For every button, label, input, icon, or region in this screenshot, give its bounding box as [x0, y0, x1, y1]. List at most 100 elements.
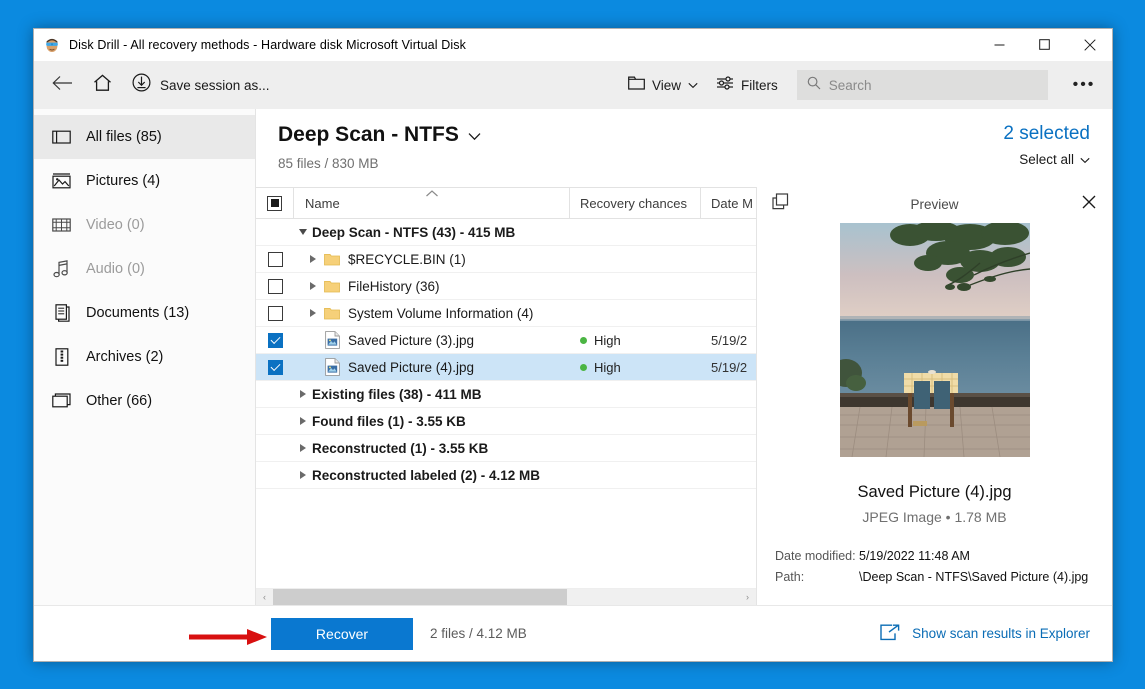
column-header-date-modified[interactable]: Date M — [701, 187, 756, 219]
search-icon — [807, 76, 821, 95]
popout-button[interactable] — [769, 193, 791, 215]
row-checkbox[interactable] — [267, 278, 283, 294]
column-header-recovery-chances[interactable]: Recovery chances — [570, 187, 701, 219]
recovery-chance-label: High — [594, 359, 621, 375]
row-checkbox[interactable] — [267, 305, 283, 321]
scroll-left-button[interactable]: ‹ — [256, 592, 273, 602]
row-name-cell: Saved Picture (3).jpg — [294, 331, 570, 349]
folder-icon — [324, 306, 340, 320]
page-title: Deep Scan - NTFS — [278, 123, 459, 146]
folder-icon — [628, 76, 645, 95]
save-session-button[interactable]: Save session as... — [124, 68, 278, 102]
table-row[interactable]: Reconstructed labeled (2) - 4.12 MB — [256, 462, 756, 489]
row-name-cell: FileHistory (36) — [294, 279, 570, 294]
row-checkbox-cell[interactable] — [256, 278, 294, 294]
table-row[interactable]: Saved Picture (3).jpg High 5/19/2 — [256, 327, 756, 354]
more-options-button[interactable]: ••• — [1064, 69, 1104, 101]
back-button[interactable] — [42, 65, 82, 105]
recover-button[interactable]: Recover — [271, 617, 413, 650]
scrollbar-track[interactable] — [273, 588, 739, 606]
select-all-dropdown[interactable]: Select all — [1003, 152, 1090, 167]
search-placeholder: Search — [828, 77, 872, 93]
row-name-cell: Reconstructed (1) - 3.55 KB — [294, 441, 570, 456]
caret-down-icon — [299, 229, 307, 235]
sidebar-label: Pictures (4) — [86, 173, 161, 189]
close-button[interactable] — [1067, 29, 1112, 61]
preview-image[interactable] — [839, 223, 1030, 457]
sidebar-item-video[interactable]: Video (0) — [34, 203, 255, 247]
row-name-cell: $RECYCLE.BIN (1) — [294, 252, 570, 267]
scan-title-dropdown[interactable]: Deep Scan - NTFS — [278, 123, 481, 147]
row-checkbox-cell[interactable] — [256, 332, 294, 348]
filters-icon — [716, 75, 734, 96]
row-name-cell: Found files (1) - 3.55 KB — [294, 414, 570, 429]
scrollbar-thumb[interactable] — [273, 588, 567, 606]
table-row[interactable]: System Volume Information (4) — [256, 300, 756, 327]
select-all-checkbox-header[interactable] — [256, 187, 294, 219]
chevron-down-icon — [468, 123, 481, 147]
caret-right-icon — [300, 417, 306, 425]
table-row[interactable]: FileHistory (36) — [256, 273, 756, 300]
detail-key: Date modified: — [775, 549, 856, 563]
recovery-status-dot — [580, 363, 587, 371]
scan-title-block: Deep Scan - NTFS 85 files / 830 MB — [278, 123, 481, 187]
row-recovery-cell: High — [570, 360, 701, 375]
filters-button[interactable]: Filters — [707, 69, 787, 101]
preview-title: Preview — [910, 196, 959, 212]
sidebar-item-all-files[interactable]: All files (85) — [34, 115, 255, 159]
table-row[interactable]: Saved Picture (4).jpg High 5/19/2 — [256, 354, 756, 381]
window-body: All files (85) Pictures (4) Video (0) Au… — [34, 109, 1112, 606]
expand-toggle[interactable] — [294, 229, 312, 235]
table-row[interactable]: Found files (1) - 3.55 KB — [256, 408, 756, 435]
row-checkbox[interactable] — [267, 359, 283, 375]
row-checkbox-cell[interactable] — [256, 359, 294, 375]
scroll-right-button[interactable]: › — [739, 592, 756, 602]
row-label: Reconstructed (1) - 3.55 KB — [312, 440, 489, 456]
footer-bar: Recover 2 files / 4.12 MB Show scan resu… — [34, 605, 1112, 661]
selected-count[interactable]: 2 selected — [1003, 123, 1090, 145]
sidebar-item-other[interactable]: Other (66) — [34, 379, 255, 423]
expand-toggle[interactable] — [294, 417, 312, 425]
row-checkbox-cell[interactable] — [256, 305, 294, 321]
table-row[interactable]: Reconstructed (1) - 3.55 KB — [256, 435, 756, 462]
row-checkbox[interactable] — [267, 332, 283, 348]
expand-toggle[interactable] — [294, 471, 312, 479]
expand-toggle[interactable] — [294, 390, 312, 398]
table-row[interactable]: $RECYCLE.BIN (1) — [256, 246, 756, 273]
footer-status: 2 files / 4.12 MB — [430, 626, 527, 641]
detail-key: Path: — [775, 570, 805, 584]
search-input[interactable]: Search — [796, 70, 1048, 100]
column-header-name[interactable]: Name — [294, 187, 570, 219]
expand-toggle[interactable] — [304, 255, 322, 263]
close-icon — [1082, 195, 1096, 214]
sidebar-item-pictures[interactable]: Pictures (4) — [34, 159, 255, 203]
minimize-button[interactable] — [977, 29, 1022, 61]
expand-toggle[interactable] — [294, 444, 312, 452]
image-file-icon — [325, 331, 340, 349]
table-rows: Deep Scan - NTFS (43) - 415 MB $RECYCLE.… — [256, 219, 756, 588]
row-name-cell: Reconstructed labeled (2) - 4.12 MB — [294, 468, 570, 483]
sidebar: All files (85) Pictures (4) Video (0) Au… — [34, 109, 256, 605]
row-checkbox[interactable] — [267, 251, 283, 267]
expand-toggle[interactable] — [304, 309, 322, 317]
preview-image-container — [757, 223, 1112, 457]
maximize-button[interactable] — [1022, 29, 1067, 61]
horizontal-scrollbar[interactable]: ‹ › — [256, 588, 756, 606]
row-label: Deep Scan - NTFS (43) - 415 MB — [312, 224, 516, 240]
expand-toggle[interactable] — [304, 282, 322, 290]
row-name-cell: Deep Scan - NTFS (43) - 415 MB — [294, 225, 570, 240]
sidebar-item-audio[interactable]: Audio (0) — [34, 247, 255, 291]
table-row[interactable]: Existing files (38) - 411 MB — [256, 381, 756, 408]
header-checkbox[interactable] — [267, 195, 282, 211]
table-row[interactable]: Deep Scan - NTFS (43) - 415 MB — [256, 219, 756, 246]
preview-close-button[interactable] — [1078, 193, 1100, 215]
sidebar-item-documents[interactable]: Documents (13) — [34, 291, 255, 335]
home-button[interactable] — [82, 65, 122, 105]
show-in-explorer-link[interactable]: Show scan results in Explorer — [880, 624, 1090, 644]
view-button[interactable]: View — [619, 69, 707, 101]
sidebar-label: Documents (13) — [86, 305, 190, 321]
row-name-cell: Saved Picture (4).jpg — [294, 358, 570, 376]
sidebar-item-archives[interactable]: Archives (2) — [34, 335, 255, 379]
row-checkbox-cell[interactable] — [256, 251, 294, 267]
save-session-label: Save session as... — [160, 77, 270, 93]
